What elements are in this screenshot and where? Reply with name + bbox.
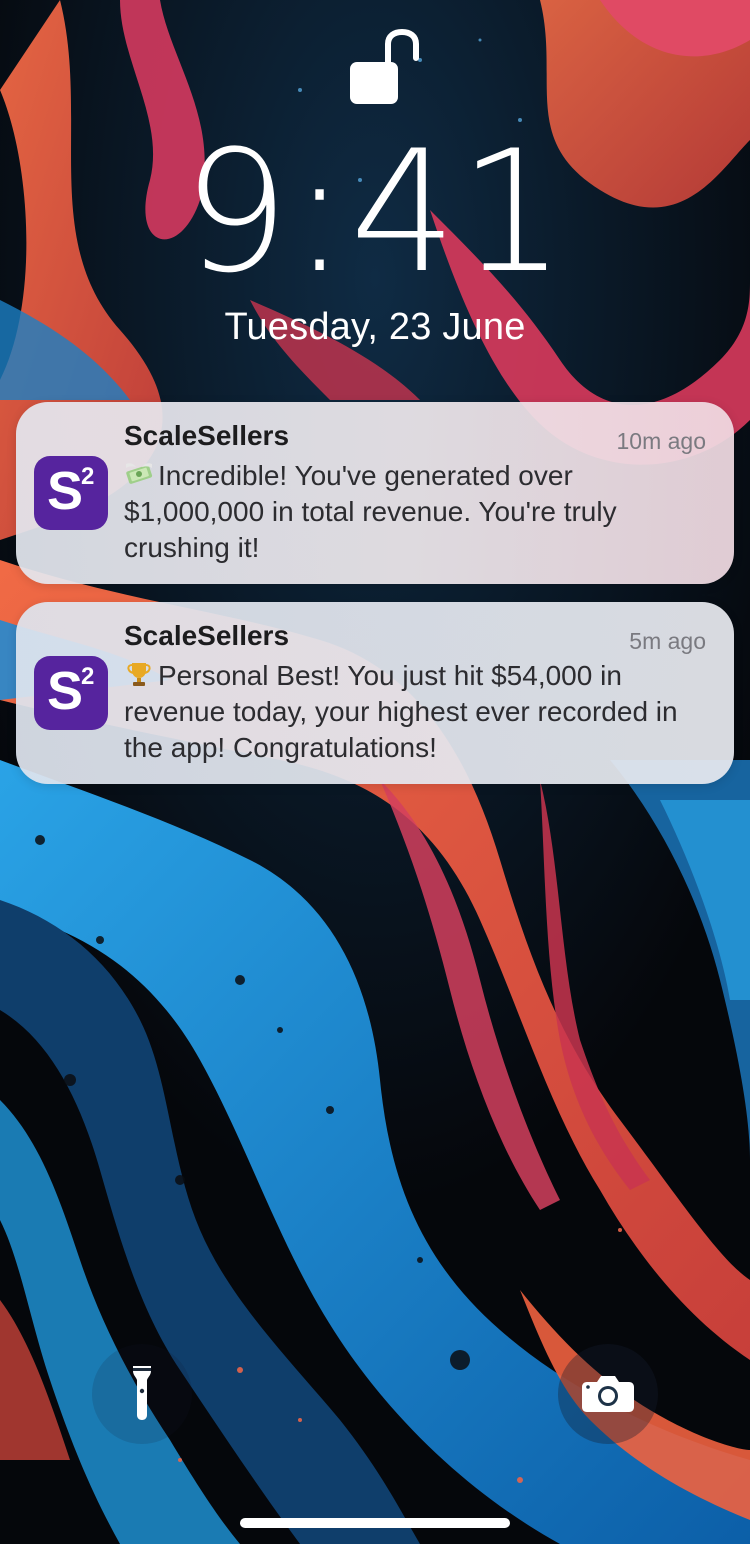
notification-message: Personal Best! You just hit $54,000 in r… xyxy=(124,658,704,766)
notification-app-name: ScaleSellers xyxy=(124,620,290,651)
notification-card[interactable]: S 2 ScaleSellers 10m ago Incredible! You… xyxy=(16,402,734,584)
lock-screen-time: 9:41 xyxy=(182,114,568,310)
flashlight-button[interactable] xyxy=(92,1344,192,1444)
trophy-icon xyxy=(127,663,151,686)
camera-icon xyxy=(582,1376,634,1412)
home-indicator[interactable] xyxy=(240,1518,510,1528)
notification-message-text: Incredible! You've generated over $1,000… xyxy=(124,460,617,563)
money-with-wings-icon xyxy=(126,463,153,484)
notification-time: 10m ago xyxy=(616,428,706,454)
unlocked-padlock-icon xyxy=(350,28,419,104)
notification-time: 5m ago xyxy=(629,628,706,654)
notification-card[interactable]: S 2 ScaleSellers 5m ago Personal Best! Y… xyxy=(16,602,734,784)
notification-message: Incredible! You've generated over $1,000… xyxy=(124,458,704,566)
notification-message-text: Personal Best! You just hit $54,000 in r… xyxy=(124,660,678,763)
flashlight-icon xyxy=(133,1366,151,1420)
camera-button[interactable] xyxy=(558,1344,658,1444)
scalesellers-app-icon: S 2 xyxy=(34,456,108,530)
lock-screen: 9:41 Tuesday, 23 June S 2 ScaleSellers 1… xyxy=(0,0,750,1544)
notification-app-name: ScaleSellers xyxy=(124,420,290,451)
scalesellers-app-icon: S 2 xyxy=(34,656,108,730)
lock-screen-date: Tuesday, 23 June xyxy=(224,306,526,348)
